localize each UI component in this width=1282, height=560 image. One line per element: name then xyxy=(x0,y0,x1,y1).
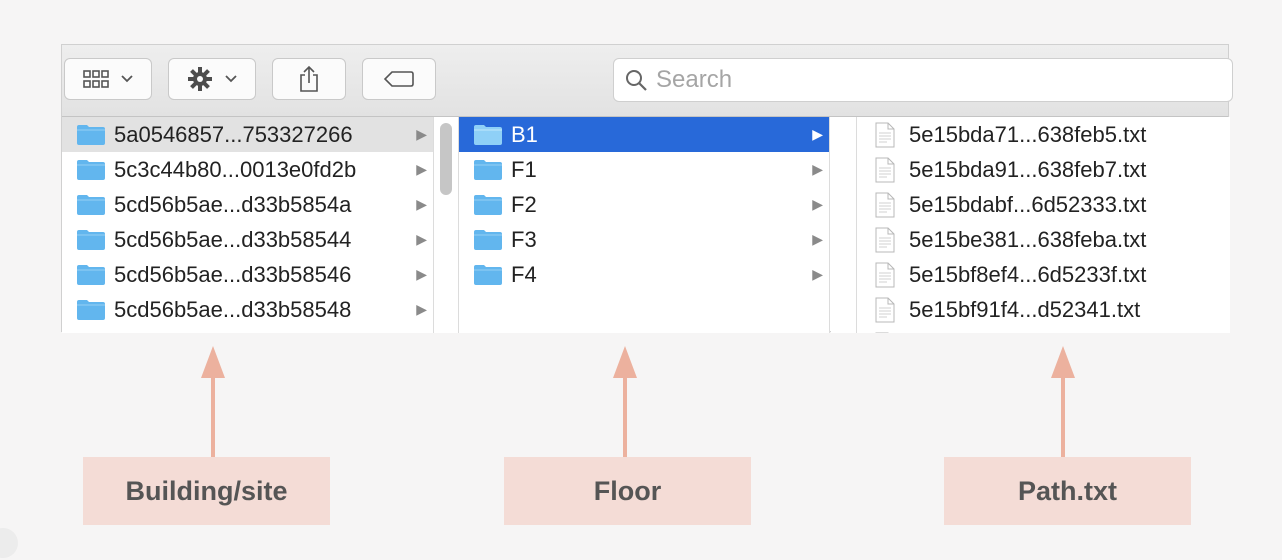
folder-icon xyxy=(474,159,502,180)
gear-icon xyxy=(188,67,212,91)
action-menu-button[interactable] xyxy=(168,58,256,100)
search-icon xyxy=(626,70,647,91)
decorative-dot xyxy=(0,528,18,558)
disclosure-arrow-icon: ▶ xyxy=(812,266,823,282)
list-item[interactable]: 5e15bf8ef4...6d5233f.txt xyxy=(857,257,1230,292)
file-column[interactable]: 5e15bda71...638feb5.txt 5e15bda91...638f… xyxy=(856,117,1230,333)
folder-icon xyxy=(474,229,502,250)
document-icon xyxy=(875,122,895,147)
list-item[interactable]: 5c3c44b80...0013e0fd2b ▶ xyxy=(62,152,433,187)
tag-icon xyxy=(383,71,414,87)
list-item[interactable]: 5cd56b5ae...d33b58548 ▶ xyxy=(62,292,433,327)
list-item[interactable]: F4 ▶ xyxy=(459,257,829,292)
list-item-label: 5e15bf8ef4...6d5233f.txt xyxy=(909,261,1147,287)
floor-column[interactable]: B1 ▶ F1 ▶ F2 ▶ F3 ▶ F4 ▶ xyxy=(458,117,830,333)
list-item[interactable]: F2 ▶ xyxy=(459,187,829,222)
list-item-label: F2 xyxy=(511,191,537,217)
list-item-label: 5e15bdabf...6d52333.txt xyxy=(909,191,1147,217)
list-item[interactable]: 5e15bdabf...6d52333.txt xyxy=(857,187,1230,222)
search-field[interactable]: Search xyxy=(613,58,1233,102)
folder-icon xyxy=(77,194,105,215)
scrollbar-thumb[interactable] xyxy=(440,123,452,195)
list-item[interactable]: F3 ▶ xyxy=(459,222,829,257)
list-item[interactable]: 5cd56b5ae...d33b58546 ▶ xyxy=(62,257,433,292)
disclosure-arrow-icon: ▶ xyxy=(416,266,427,282)
list-item-label: 5e15bf91f4...d52341.txt xyxy=(909,296,1141,322)
document-icon xyxy=(875,192,895,217)
annotation-arrow-icon xyxy=(201,346,225,458)
folder-icon xyxy=(77,229,105,250)
list-item-label: 5cd56b5ae...d33b58546 xyxy=(114,261,352,287)
column-divider xyxy=(831,117,856,333)
list-item-label: F1 xyxy=(511,156,537,182)
annotation-arrow-icon xyxy=(613,346,637,458)
list-item[interactable]: B1 ▶ xyxy=(459,117,829,152)
list-item[interactable]: 5e15bda71...638feb5.txt xyxy=(857,117,1230,152)
list-item[interactable]: 5a0546857...753327266 ▶ xyxy=(62,117,433,152)
disclosure-arrow-icon: ▶ xyxy=(416,126,427,142)
list-item-label: 5cd56b5ae...d33b58544 xyxy=(114,226,352,252)
list-item[interactable]: 5cd56b5ae...d33b5854a ▶ xyxy=(62,187,433,222)
list-item-label: 5e15be381...638feba.txt xyxy=(909,226,1147,252)
disclosure-arrow-icon: ▶ xyxy=(416,301,427,317)
folder-icon xyxy=(77,159,105,180)
list-item-label: F4 xyxy=(511,261,537,287)
list-item-label: 5c3c44b80...0013e0fd2b xyxy=(114,156,357,182)
document-icon xyxy=(875,157,895,182)
annotation-floor-label: Floor xyxy=(504,457,751,525)
folder-icon xyxy=(77,264,105,285)
document-icon xyxy=(875,262,895,287)
document-icon xyxy=(875,332,890,333)
folder-icon xyxy=(474,124,502,145)
list-item-label: B1 xyxy=(511,121,538,147)
annotation-path-label: Path.txt xyxy=(944,457,1191,525)
disclosure-arrow-icon: ▶ xyxy=(416,161,427,177)
folder-icon xyxy=(474,194,502,215)
chevron-down-icon xyxy=(225,75,237,83)
list-item[interactable]: 5e15be381...638feba.txt xyxy=(857,222,1230,257)
disclosure-arrow-icon: ▶ xyxy=(416,231,427,247)
folder-icon xyxy=(77,124,105,145)
icon-view-grid-icon xyxy=(83,70,109,88)
list-item[interactable]: F1 ▶ xyxy=(459,152,829,187)
folder-icon xyxy=(77,299,105,320)
folder-icon xyxy=(474,264,502,285)
list-item-label: 5e15bda71...638feb5.txt xyxy=(909,121,1147,147)
list-item[interactable]: 5e15bf91f4...d52341.txt xyxy=(857,292,1230,327)
disclosure-arrow-icon: ▶ xyxy=(416,196,427,212)
list-item-label: 5cd56b5ae...d33b58548 xyxy=(114,296,352,322)
annotation-building-label: Building/site xyxy=(83,457,330,525)
list-item-label: 5a0546857...753327266 xyxy=(114,121,353,147)
list-item[interactable]: 5e15bda91...638feb7.txt xyxy=(857,152,1230,187)
finder-window: Search 5a0546857...753327266 ▶ 5c3c44b80… xyxy=(61,44,1233,333)
disclosure-arrow-icon: ▶ xyxy=(812,196,823,212)
disclosure-arrow-icon: ▶ xyxy=(812,231,823,247)
chevron-down-icon xyxy=(121,75,133,83)
list-item[interactable] xyxy=(857,327,1230,333)
disclosure-arrow-icon: ▶ xyxy=(812,161,823,177)
share-icon xyxy=(300,65,318,92)
list-item-label: 5cd56b5ae...d33b5854a xyxy=(114,191,352,217)
list-item[interactable]: 5cd56b5ae...d33b58544 ▶ xyxy=(62,222,433,257)
list-item-label: F3 xyxy=(511,226,537,252)
toolbar: Search xyxy=(62,45,1233,117)
annotation-arrow-icon xyxy=(1051,346,1075,458)
document-icon xyxy=(875,297,895,322)
document-icon xyxy=(875,227,895,252)
disclosure-arrow-icon: ▶ xyxy=(812,126,823,142)
list-item-label: 5e15bda91...638feb7.txt xyxy=(909,156,1147,182)
view-options-button[interactable] xyxy=(64,58,152,100)
search-placeholder: Search xyxy=(656,66,733,93)
building-column[interactable]: 5a0546857...753327266 ▶ 5c3c44b80...0013… xyxy=(62,117,434,333)
stage: Search 5a0546857...753327266 ▶ 5c3c44b80… xyxy=(0,0,1282,560)
tag-button[interactable] xyxy=(362,58,436,100)
share-button[interactable] xyxy=(272,58,346,100)
